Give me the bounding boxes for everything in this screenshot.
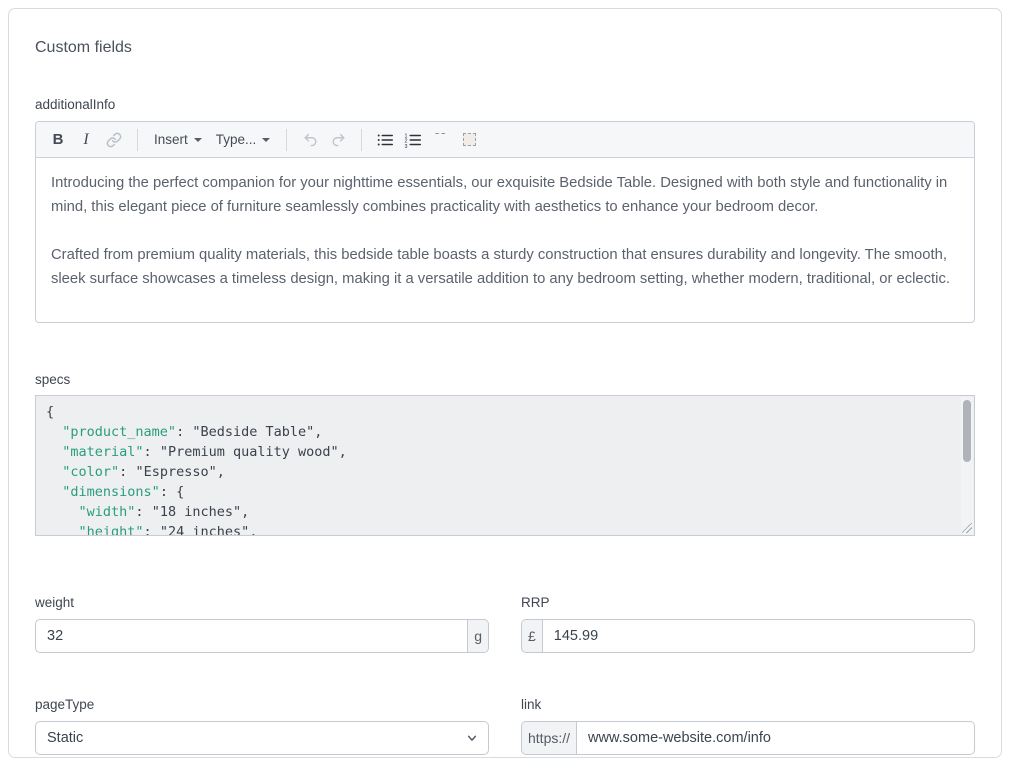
editor-content[interactable]: Introducing the perfect companion for yo… xyxy=(36,158,974,322)
page-type-select-wrap: Static xyxy=(35,721,489,755)
rrp-input-group: £ xyxy=(521,619,975,653)
specs-label: specs xyxy=(35,370,975,389)
numbered-list-button[interactable]: 1 2 3 xyxy=(400,127,426,153)
code-token xyxy=(46,524,79,536)
code-line: "dimensions": { xyxy=(46,482,954,502)
code-token: "Premium quality wood" xyxy=(160,444,339,460)
link-field-group: link https:// xyxy=(521,695,975,755)
numbered-list-icon: 1 2 3 xyxy=(404,131,422,149)
scrollbar-thumb[interactable] xyxy=(963,400,971,462)
fields-row: pageType Static link https:// xyxy=(35,695,975,755)
weight-input-group: g xyxy=(35,619,489,653)
custom-fields-panel: Custom fields additionalInfo B I Insert xyxy=(8,8,1002,758)
code-token xyxy=(46,424,62,440)
code-token: , xyxy=(314,424,322,440)
code-token: , xyxy=(339,444,347,460)
additional-info-label: additionalInfo xyxy=(35,95,975,114)
code-line: "width": "18 inches", xyxy=(46,502,954,522)
code-token: : xyxy=(160,484,176,500)
blockquote-icon: “ xyxy=(434,133,450,147)
editor-toolbar: B I Insert Type... xyxy=(36,122,974,158)
specs-code-content: { "product_name": "Bedside Table", "mate… xyxy=(36,396,974,536)
code-token: , xyxy=(217,464,225,480)
page-type-select[interactable]: Static xyxy=(35,721,489,755)
editor-paragraph: Introducing the perfect companion for yo… xyxy=(51,171,959,219)
code-token: "Espresso" xyxy=(135,464,216,480)
code-token: : xyxy=(144,444,160,460)
editor-paragraph: Crafted from premium quality materials, … xyxy=(51,243,959,291)
code-token: "width" xyxy=(79,504,136,520)
code-line: { xyxy=(46,402,954,422)
code-token: "18 inches" xyxy=(152,504,241,520)
insert-dropdown[interactable]: Insert xyxy=(148,127,208,153)
code-token xyxy=(46,464,62,480)
code-line: "color": "Espresso", xyxy=(46,462,954,482)
type-dropdown[interactable]: Type... xyxy=(210,127,277,153)
code-token: : xyxy=(176,424,192,440)
type-dropdown-label: Type... xyxy=(216,132,257,147)
svg-text:3: 3 xyxy=(405,144,408,149)
code-line: "product_name": "Bedside Table", xyxy=(46,422,954,442)
dashed-square-button[interactable] xyxy=(456,127,482,153)
redo-icon xyxy=(330,131,347,148)
weight-unit-addon: g xyxy=(468,619,489,653)
code-token: { xyxy=(46,404,54,420)
code-token: "height" xyxy=(79,524,144,536)
chevron-down-icon xyxy=(262,138,270,142)
weight-field-group: weight g xyxy=(35,593,489,653)
toolbar-divider xyxy=(137,129,138,151)
bullet-list-icon xyxy=(376,131,394,149)
resize-handle-icon[interactable] xyxy=(962,523,972,533)
weight-input[interactable] xyxy=(35,619,468,653)
code-token: "color" xyxy=(62,464,119,480)
chevron-down-icon xyxy=(194,138,202,142)
protocol-addon: https:// xyxy=(521,721,576,755)
code-token xyxy=(46,504,79,520)
code-token xyxy=(46,444,62,460)
code-token: : xyxy=(135,504,151,520)
italic-button[interactable]: I xyxy=(73,127,99,153)
rrp-label: RRP xyxy=(521,593,975,612)
link-button[interactable] xyxy=(101,127,127,153)
blockquote-button[interactable]: “ xyxy=(428,127,454,153)
toolbar-divider xyxy=(286,129,287,151)
redo-button[interactable] xyxy=(325,127,351,153)
panel-title: Custom fields xyxy=(35,37,975,59)
code-token: : xyxy=(119,464,135,480)
weight-label: weight xyxy=(35,593,489,612)
code-token: "product_name" xyxy=(62,424,176,440)
currency-addon: £ xyxy=(521,619,542,653)
code-line: "material": "Premium quality wood", xyxy=(46,442,954,462)
code-token: : xyxy=(144,524,160,536)
code-token xyxy=(46,484,62,500)
rrp-input[interactable] xyxy=(542,619,975,653)
bullet-list-button[interactable] xyxy=(372,127,398,153)
specs-code-editor[interactable]: { "product_name": "Bedside Table", "mate… xyxy=(35,395,975,536)
dashed-square-icon xyxy=(463,133,476,146)
code-token: "Bedside Table" xyxy=(192,424,314,440)
code-line: "height": "24 inches", xyxy=(46,522,954,536)
code-token: "dimensions" xyxy=(62,484,160,500)
link-input-group: https:// xyxy=(521,721,975,755)
code-token: , xyxy=(241,504,249,520)
code-token: { xyxy=(176,484,184,500)
page-type-label: pageType xyxy=(35,695,489,714)
link-icon xyxy=(106,132,122,148)
page-type-field-group: pageType Static xyxy=(35,695,489,755)
code-token: , xyxy=(249,524,257,536)
code-token: "24 inches" xyxy=(160,524,249,536)
link-input[interactable] xyxy=(576,721,975,755)
rich-text-editor: B I Insert Type... xyxy=(35,121,975,323)
rrp-field-group: RRP £ xyxy=(521,593,975,653)
code-token: "material" xyxy=(62,444,143,460)
undo-icon xyxy=(302,131,319,148)
scrollbar-track[interactable] xyxy=(961,397,973,534)
link-label: link xyxy=(521,695,975,714)
fields-row: weight g RRP £ xyxy=(35,593,975,653)
undo-button[interactable] xyxy=(297,127,323,153)
bold-button[interactable]: B xyxy=(45,127,71,153)
insert-dropdown-label: Insert xyxy=(154,132,188,147)
toolbar-divider xyxy=(361,129,362,151)
